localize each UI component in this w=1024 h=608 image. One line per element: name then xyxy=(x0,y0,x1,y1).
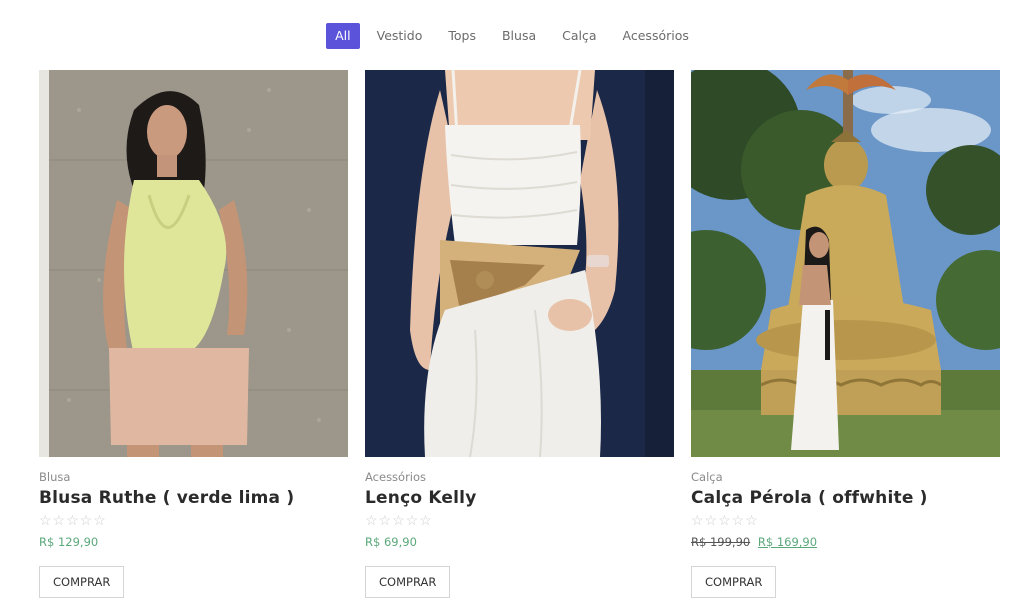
buy-button[interactable]: COMPRAR xyxy=(691,566,777,598)
product-category[interactable]: Blusa xyxy=(39,470,348,484)
product-grid: Blusa Blusa Ruthe ( verde lima ) ☆☆☆☆☆ R… xyxy=(39,70,1000,598)
buy-button[interactable]: COMPRAR xyxy=(39,566,125,598)
product-card: Acessórios Lenço Kelly ☆☆☆☆☆ R$ 69,90 CO… xyxy=(365,70,674,598)
product-image[interactable] xyxy=(691,70,1000,457)
product-category[interactable]: Acessórios xyxy=(365,470,674,484)
product-price: R$ 129,90 xyxy=(39,535,99,549)
product-card: Calça Calça Pérola ( offwhite ) ☆☆☆☆☆ R$… xyxy=(691,70,1000,598)
product-price: R$ 69,90 xyxy=(365,535,417,549)
tab-all[interactable]: All xyxy=(326,23,360,49)
product-card: Blusa Blusa Ruthe ( verde lima ) ☆☆☆☆☆ R… xyxy=(39,70,348,598)
tab-vestido[interactable]: Vestido xyxy=(368,23,432,49)
rating-stars: ☆☆☆☆☆ xyxy=(39,512,107,528)
product-image[interactable] xyxy=(39,70,348,457)
product-title[interactable]: Blusa Ruthe ( verde lima ) xyxy=(39,487,348,509)
rating-stars: ☆☆☆☆☆ xyxy=(691,512,759,528)
tab-acessorios[interactable]: Acessórios xyxy=(614,23,698,49)
tab-tops[interactable]: Tops xyxy=(439,23,485,49)
buy-button[interactable]: COMPRAR xyxy=(365,566,451,598)
product-photo-blusa-ruthe xyxy=(39,70,348,457)
product-title[interactable]: Calça Pérola ( offwhite ) xyxy=(691,487,1000,509)
tab-blusa[interactable]: Blusa xyxy=(493,23,545,49)
product-photo-lenco-kelly xyxy=(365,70,674,457)
category-filter-tabs: All Vestido Tops Blusa Calça Acessórios xyxy=(0,23,1024,49)
tab-calca[interactable]: Calça xyxy=(553,23,605,49)
product-old-price: R$ 199,90 xyxy=(691,535,751,549)
product-sale-price: R$ 169,90 xyxy=(757,535,818,549)
product-image[interactable] xyxy=(365,70,674,457)
product-price: R$ 199,90 R$ 169,90 xyxy=(691,535,1000,549)
rating-stars: ☆☆☆☆☆ xyxy=(365,512,433,528)
product-title[interactable]: Lenço Kelly xyxy=(365,487,674,509)
product-category[interactable]: Calça xyxy=(691,470,1000,484)
product-photo-calca-perola xyxy=(691,70,1000,457)
